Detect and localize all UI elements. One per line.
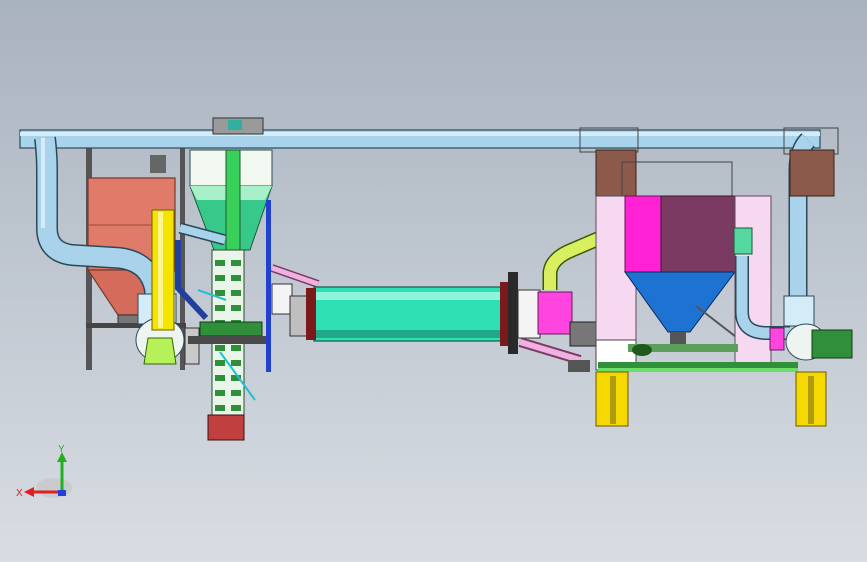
y-axis-label: Y — [58, 444, 65, 455]
cad-3d-viewport[interactable]: Y X — [0, 0, 867, 562]
overhead-main-duct[interactable] — [19, 129, 821, 149]
rotary-drum-dryer[interactable] — [306, 272, 541, 354]
baghouse-structure[interactable] — [579, 127, 772, 371]
axis-triad: Y X — [16, 444, 72, 499]
drum-inlet-chute[interactable] — [266, 200, 320, 372]
support-legs[interactable] — [595, 371, 827, 427]
right-exhaust-fan[interactable] — [769, 295, 853, 361]
yellow-riser-duct[interactable] — [151, 209, 175, 331]
x-axis-label: X — [16, 488, 23, 499]
dryer-plant-model[interactable] — [0, 0, 867, 562]
z-axis-marker — [58, 490, 66, 496]
